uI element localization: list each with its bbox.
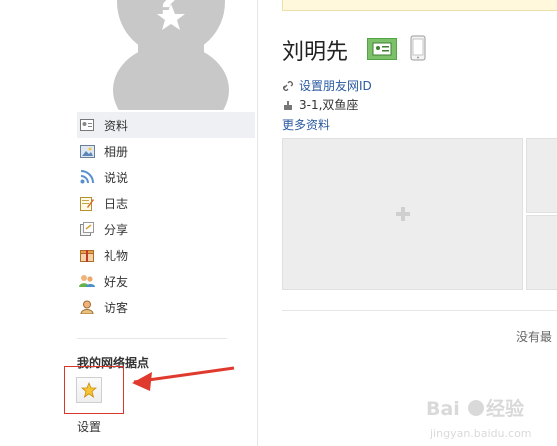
- sidebar-item-album[interactable]: 相册: [77, 138, 255, 164]
- profile-card-icon: [79, 117, 95, 133]
- plus-icon: [396, 207, 410, 221]
- share-icon: [79, 221, 95, 237]
- constellation-text: 3-1,双鱼座: [299, 98, 359, 112]
- content-divider: [282, 310, 557, 311]
- star-icon: [81, 382, 97, 398]
- friends-icon: [79, 273, 95, 289]
- visitor-icon: [79, 299, 95, 315]
- set-id-row: 设置朋友网ID: [283, 77, 372, 94]
- notepad-icon: [79, 195, 95, 211]
- notice-bar: [282, 0, 557, 11]
- empty-state-text: 没有最: [516, 330, 553, 344]
- id-card-icon: [372, 42, 392, 56]
- sidebar-item-friends[interactable]: 好友: [77, 268, 255, 294]
- photo-album-icon: [79, 143, 95, 159]
- sidebar-item-label: 说说: [104, 170, 129, 185]
- left-sidebar: ? 资料 相册 说说 日志: [0, 0, 258, 446]
- sidebar-item-label: 礼物: [104, 248, 129, 263]
- sidebar-item-blog[interactable]: 日志: [77, 190, 255, 216]
- settings-link[interactable]: 设置: [77, 418, 101, 435]
- gift-icon: [79, 247, 95, 263]
- link-icon: [283, 80, 293, 91]
- sidebar-item-share[interactable]: 分享: [77, 216, 255, 242]
- mobile-phone-icon[interactable]: [410, 35, 426, 61]
- profile-name: 刘明先: [282, 40, 349, 65]
- avatar[interactable]: ?: [96, 0, 266, 110]
- more-info-link[interactable]: 更多资料: [282, 116, 330, 133]
- sidebar-item-label: 分享: [104, 222, 129, 237]
- sidebar-item-label: 相册: [104, 144, 129, 159]
- sidebar-item-label: 访客: [104, 300, 129, 315]
- red-arrow-annotation: [132, 366, 235, 391]
- sidebar-menu: 资料 相册 说说 日志 分享 礼物 好友 访客: [77, 112, 255, 320]
- rss-icon: [79, 169, 95, 185]
- sidebar-item-label: 资料: [104, 118, 129, 133]
- constellation-row: 3-1,双鱼座: [283, 96, 358, 113]
- sidebar-divider: [77, 338, 227, 339]
- photo-placeholder-small[interactable]: [526, 215, 557, 290]
- sidebar-item-visitors[interactable]: 访客: [77, 294, 255, 320]
- svg-text:Bai: Bai: [426, 398, 460, 420]
- baidu-watermark-logo: Bai 经验 jingyan.baidu.com: [426, 397, 532, 440]
- sidebar-item-label: 好友: [104, 274, 129, 289]
- sidebar-item-profile[interactable]: 资料: [77, 112, 255, 138]
- photo-placeholder-small[interactable]: [526, 138, 557, 213]
- id-card-badge[interactable]: [367, 38, 397, 60]
- sidebar-item-label: 日志: [104, 196, 129, 211]
- sidebar-item-gifts[interactable]: 礼物: [77, 242, 255, 268]
- svg-text:jingyan.baidu.com: jingyan.baidu.com: [429, 427, 532, 440]
- network-star-button[interactable]: [76, 377, 102, 403]
- sidebar-item-moods[interactable]: 说说: [77, 164, 255, 190]
- birthday-cake-icon: [283, 100, 293, 110]
- set-id-link[interactable]: 设置朋友网ID: [299, 77, 372, 94]
- photo-placeholder-large[interactable]: [282, 138, 523, 290]
- svg-text:经验: 经验: [486, 397, 525, 420]
